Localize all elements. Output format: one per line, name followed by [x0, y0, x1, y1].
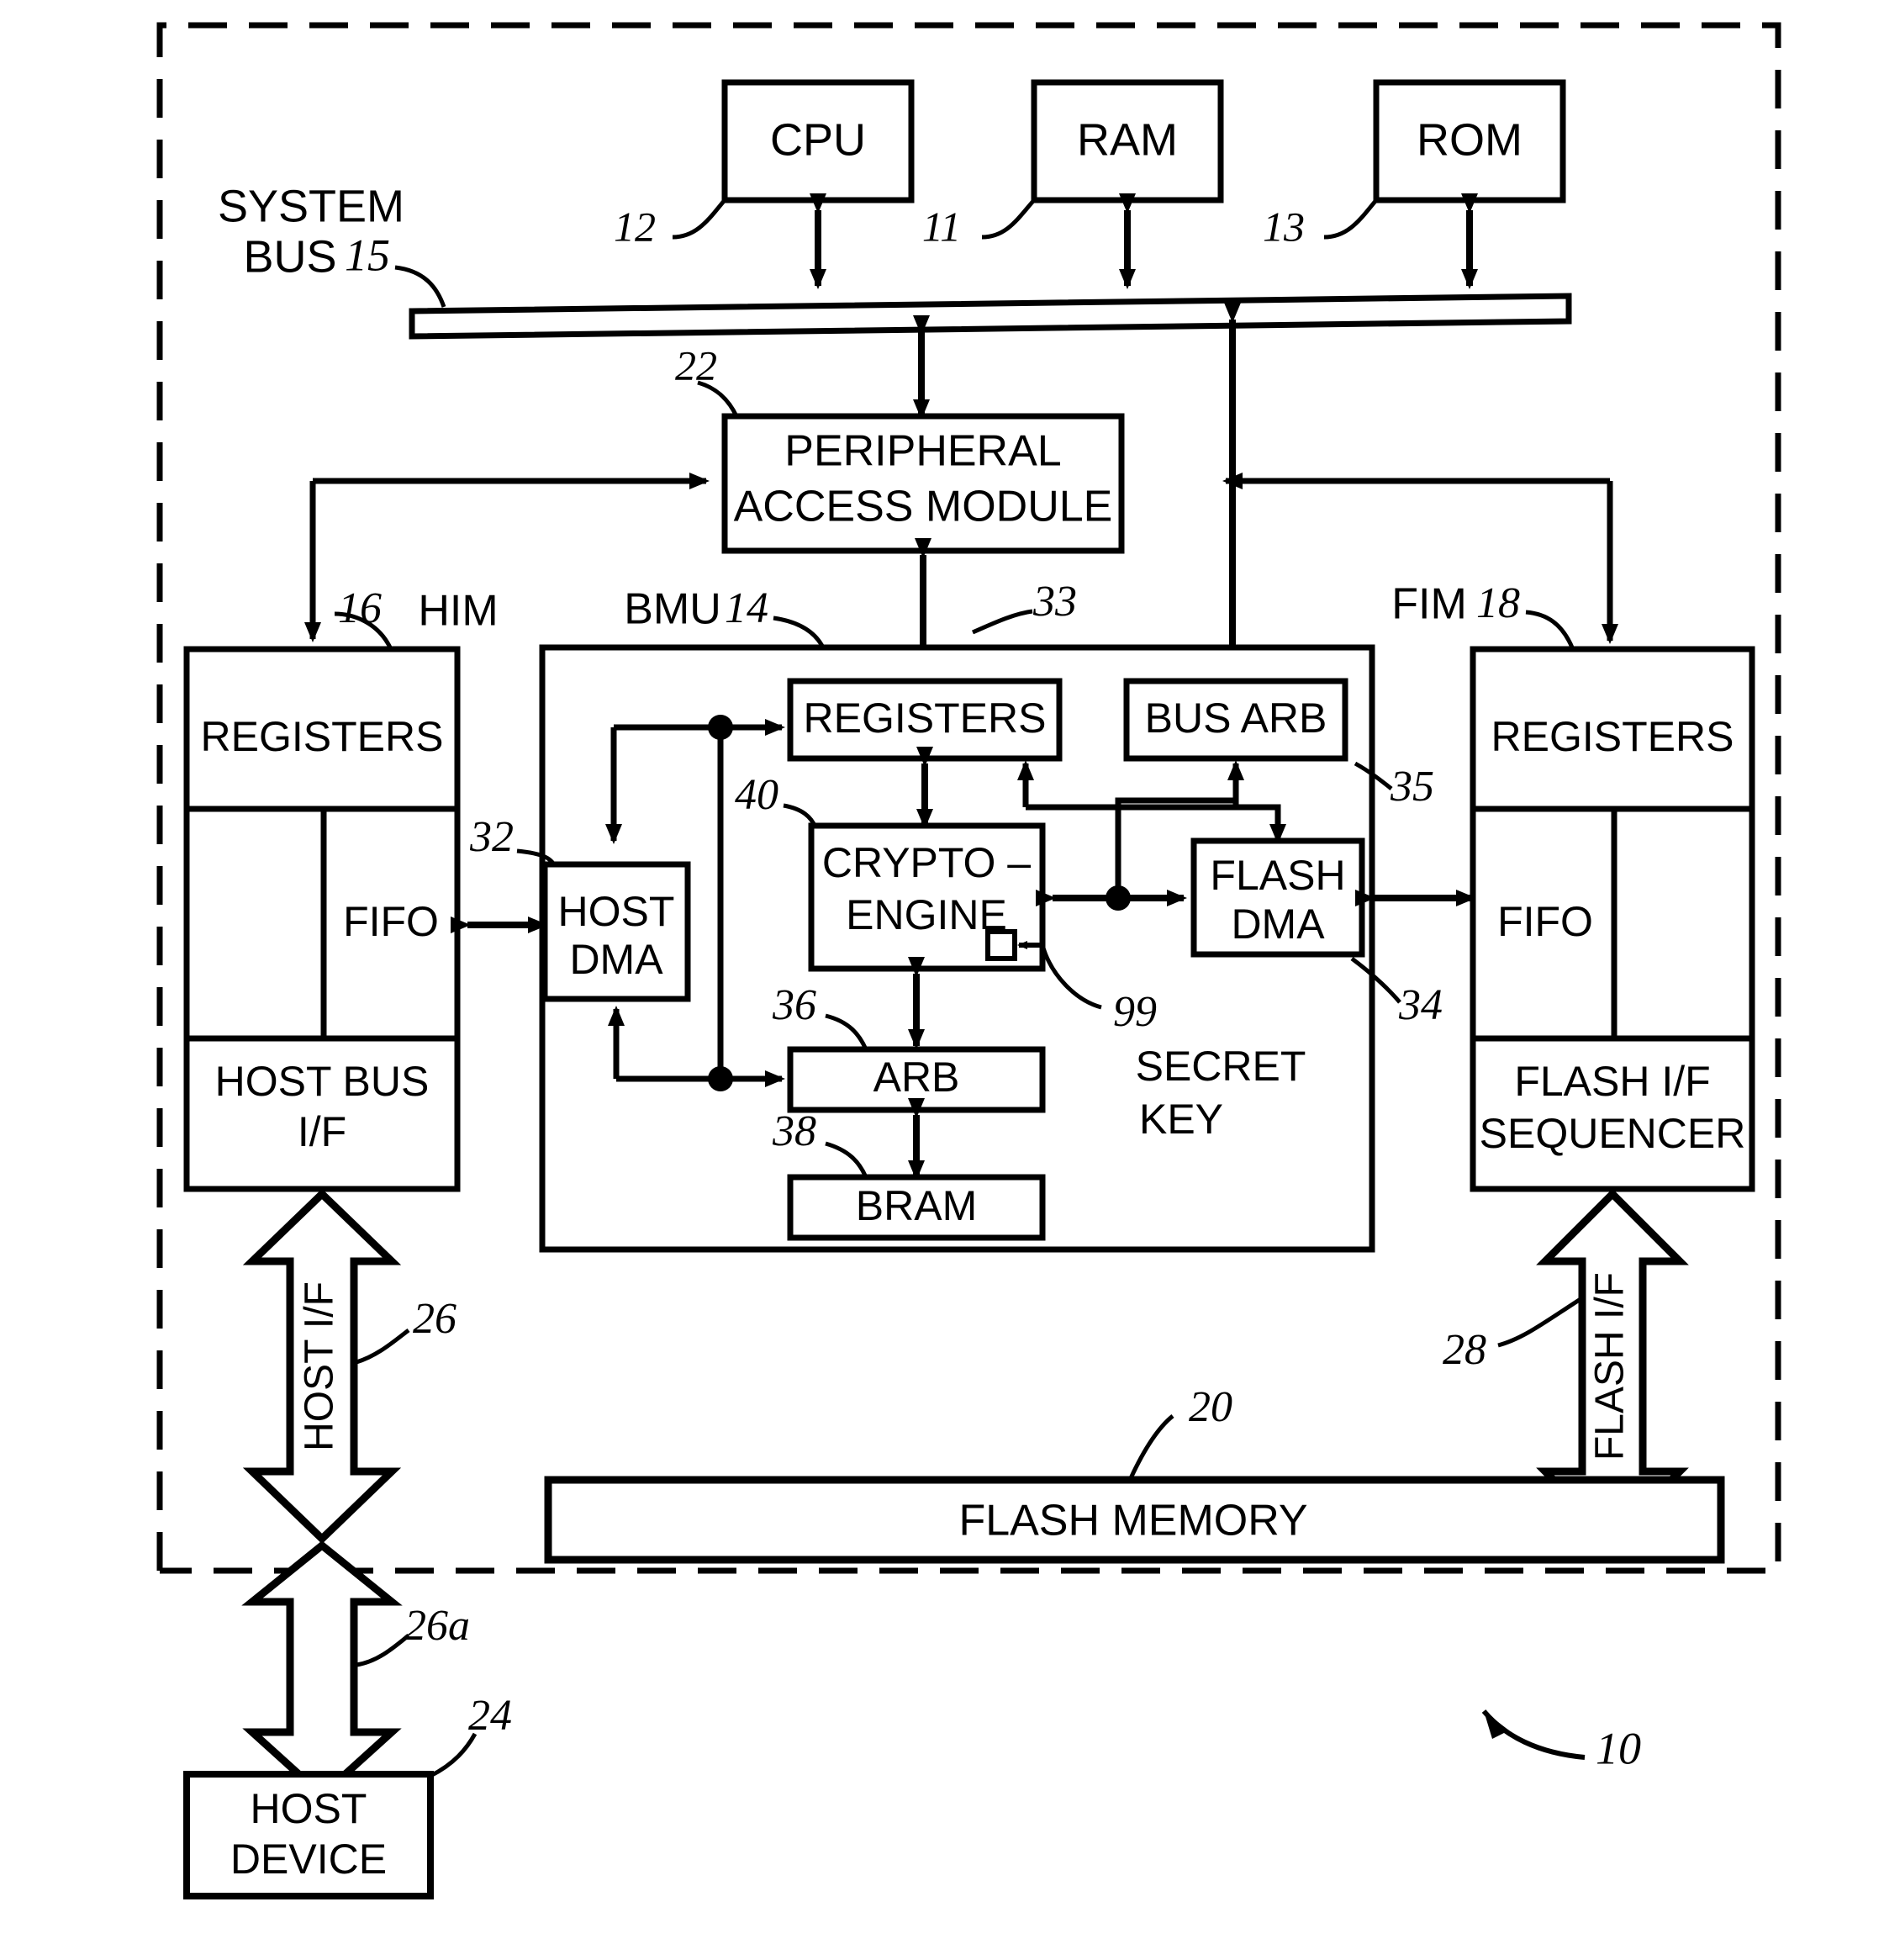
- system-bus-label-line2: BUS: [243, 231, 336, 282]
- bus-arb-label: BUS ARB: [1145, 695, 1327, 742]
- ref-32: 32: [469, 813, 514, 861]
- system-bus-bar: [409, 293, 1572, 340]
- fim-block: REGISTERS FIFO FLASH I/F SEQUENCER FIM 1…: [1391, 579, 1755, 1192]
- host-if-26a-hollow-arrow: 26a: [241, 1540, 470, 1801]
- flash-dma-label-line2: DMA: [1231, 901, 1325, 948]
- bram-label: BRAM: [856, 1182, 977, 1229]
- rom-label: ROM: [1417, 114, 1523, 165]
- ref-18: 18: [1476, 579, 1520, 627]
- flash-memory-label: FLASH MEMORY: [958, 1497, 1307, 1545]
- ram-block: RAM: [1031, 79, 1224, 203]
- bmu-label: BMU: [624, 585, 721, 634]
- flash-if-label: FLASH I/F: [1588, 1272, 1633, 1461]
- ram-label: RAM: [1077, 114, 1178, 165]
- flash-if-sequencer-label-line2: SEQUENCER: [1480, 1110, 1746, 1157]
- ref-38: 38: [772, 1107, 816, 1155]
- ref-16: 16: [338, 584, 382, 632]
- flash-dma-label-line1: FLASH: [1210, 852, 1345, 899]
- ref-36: 36: [772, 981, 816, 1029]
- ref-12: 12: [614, 203, 656, 250]
- bmu-registers-label: REGISTERS: [804, 695, 1047, 742]
- ref-13: 13: [1263, 203, 1305, 250]
- host-dma-label-line1: HOST: [558, 888, 675, 935]
- ref-leaders-top: 12 11 13: [614, 198, 1378, 250]
- ref-20: 20: [1189, 1383, 1232, 1431]
- ref-99: 99: [1113, 988, 1157, 1036]
- flash-if-sequencer-label-line1: FLASH I/F: [1514, 1058, 1710, 1105]
- rom-block: ROM: [1373, 79, 1566, 203]
- bus-connection-arrows: [810, 193, 1478, 289]
- fim-fifo-label: FIFO: [1497, 898, 1593, 945]
- system-bus-label-line1: SYSTEM: [218, 181, 404, 231]
- him-registers-label: REGISTERS: [201, 713, 444, 760]
- secret-key-square: [985, 929, 1017, 961]
- ref-24: 24: [468, 1692, 512, 1740]
- him-fifo-label: FIFO: [343, 898, 439, 945]
- host-if-hollow-arrow: HOST I/F 26: [242, 1188, 456, 1545]
- crypto-engine-label-line1: CRYPTO –: [822, 839, 1031, 886]
- patent-block-diagram: CPU RAM ROM 12 11 13 SYSTEM BUS 15 PERIP…: [156, 22, 1781, 1899]
- ref-14: 14: [725, 584, 768, 632]
- secret-key-label-line2: KEY: [1139, 1096, 1223, 1143]
- overall-reference: 10: [1481, 1709, 1641, 1773]
- ref-26: 26: [413, 1295, 456, 1343]
- arb-label: ARB: [873, 1054, 960, 1101]
- ref-22: 22: [675, 341, 717, 388]
- him-host-bus-if-label-line1: HOST BUS: [215, 1058, 430, 1105]
- cpu-label: CPU: [770, 114, 866, 165]
- ref-33: 33: [1032, 578, 1077, 626]
- cpu-block: CPU: [721, 79, 915, 203]
- peripheral-access-module-block: PERIPHERAL ACCESS MODULE 22: [675, 341, 1125, 554]
- figure-canvas: CPU RAM ROM 12 11 13 SYSTEM BUS 15 PERIP…: [0, 0, 1884, 1960]
- ref-11: 11: [922, 203, 961, 250]
- ref-10: 10: [1596, 1723, 1641, 1773]
- system-bus-label-group: SYSTEM BUS 15: [218, 181, 446, 308]
- him-host-bus-if-label-line2: I/F: [298, 1108, 346, 1155]
- ref-15: 15: [345, 230, 390, 280]
- pam-label-line2: ACCESS MODULE: [734, 483, 1113, 531]
- him-block: REGISTERS FIFO HOST BUS I/F 16 HIM: [183, 584, 499, 1192]
- pam-label-line1: PERIPHERAL: [784, 427, 1061, 476]
- fim-registers-label: REGISTERS: [1491, 713, 1734, 760]
- him-label: HIM: [418, 587, 498, 636]
- ref-34: 34: [1398, 981, 1443, 1029]
- ref-26a: 26a: [404, 1602, 470, 1650]
- host-device-label-line1: HOST: [251, 1785, 367, 1832]
- secret-key-label-line1: SECRET: [1136, 1043, 1306, 1090]
- crypto-engine-label-line2: ENGINE: [846, 891, 1007, 938]
- ref-35: 35: [1390, 763, 1434, 811]
- fim-label: FIM: [1391, 580, 1467, 629]
- host-dma-label-line2: DMA: [569, 936, 663, 983]
- host-device-label-line2: DEVICE: [230, 1836, 387, 1883]
- ref-40: 40: [735, 771, 778, 819]
- ref-28: 28: [1443, 1326, 1486, 1374]
- host-if-label: HOST I/F: [298, 1281, 342, 1451]
